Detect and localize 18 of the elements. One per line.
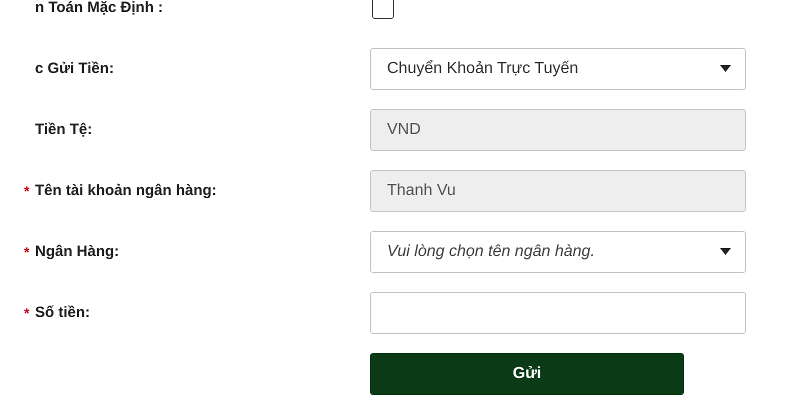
submit-button[interactable]: Gửi bbox=[370, 352, 684, 394]
field-label: n Toán Mặc Định : bbox=[35, 0, 164, 16]
required-mark: * bbox=[24, 304, 30, 320]
input-field[interactable] bbox=[370, 292, 746, 334]
field-label: Số tiền: bbox=[35, 304, 90, 321]
required-mark: * bbox=[24, 244, 30, 260]
caret-icon bbox=[720, 248, 731, 255]
select-field[interactable]: Chuyển Khoản Trực Tuyến bbox=[370, 48, 746, 90]
caret-icon bbox=[720, 65, 731, 72]
input-field: VND bbox=[370, 108, 746, 150]
field-label: Ngân Hàng: bbox=[35, 243, 120, 260]
select-field[interactable]: Vui lòng chọn tên ngân hàng. bbox=[370, 230, 746, 272]
field-label: c Gửi Tiền: bbox=[35, 60, 114, 77]
input-field: Thanh Vu bbox=[370, 170, 746, 212]
required-mark: * bbox=[24, 182, 30, 198]
field-label: Tên tài khoản ngân hàng: bbox=[35, 182, 217, 199]
field-label: Tiền Tệ: bbox=[35, 121, 92, 138]
checkbox[interactable] bbox=[372, 0, 394, 18]
